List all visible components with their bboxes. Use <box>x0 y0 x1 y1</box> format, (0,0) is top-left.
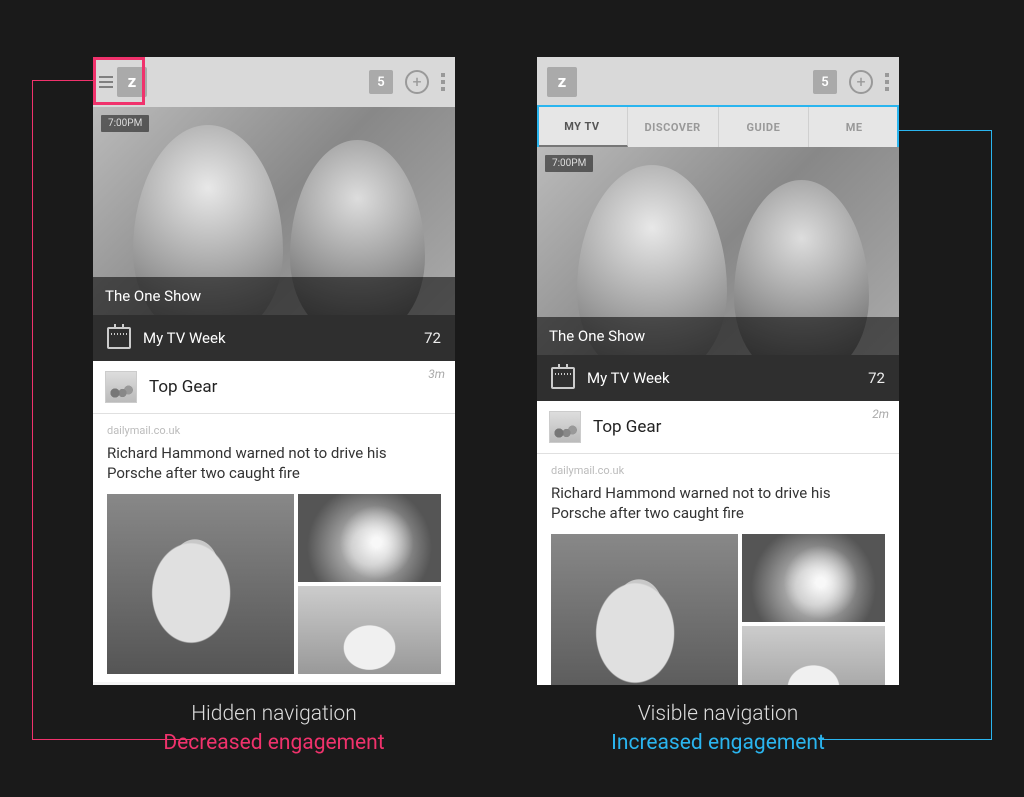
comparison-canvas: z 5 + 7:00PM The One Show My TV Week 72 … <box>0 0 1024 797</box>
tab-me[interactable]: ME <box>809 107 899 147</box>
overflow-menu-icon[interactable] <box>441 73 445 91</box>
show-time-chip: 7:00PM <box>101 115 149 132</box>
caption-sub: Decreased engagement <box>93 729 455 758</box>
tab-guide[interactable]: GUIDE <box>719 107 810 147</box>
article-source: dailymail.co.uk <box>551 464 885 477</box>
notification-badge[interactable]: 5 <box>369 70 393 94</box>
mytvweek-row[interactable]: My TV Week 72 <box>537 355 899 401</box>
add-button[interactable]: + <box>849 70 873 94</box>
featured-show-banner[interactable]: 7:00PM The One Show <box>93 107 455 315</box>
mytvweek-count: 72 <box>868 369 885 387</box>
screen-visible-nav: z 5 + MY TV DISCOVER GUIDE ME 7:00PM The… <box>537 57 899 685</box>
mytvweek-count: 72 <box>424 329 441 347</box>
article-card[interactable]: dailymail.co.uk Richard Hammond warned n… <box>93 414 455 682</box>
show-card-title: Top Gear <box>149 377 217 397</box>
featured-show-title: The One Show <box>537 317 899 355</box>
overflow-menu-icon[interactable] <box>885 73 889 91</box>
show-thumbnail <box>105 371 137 403</box>
hamburger-icon <box>99 76 113 88</box>
caption-title: Hidden navigation <box>93 700 455 729</box>
caption-hidden-nav: Hidden navigation Decreased engagement <box>93 700 455 759</box>
tab-discover[interactable]: DISCOVER <box>628 107 719 147</box>
app-logo[interactable]: z <box>547 67 577 97</box>
caption-visible-nav: Visible navigation Increased engagement <box>537 700 899 759</box>
mytvweek-label: My TV Week <box>143 329 226 347</box>
show-card-header[interactable]: Top Gear 3m <box>93 361 455 414</box>
nav-tabs: MY TV DISCOVER GUIDE ME <box>537 107 899 147</box>
tab-my-tv[interactable]: MY TV <box>537 107 628 147</box>
article-image-grid <box>107 494 441 674</box>
caption-title: Visible navigation <box>537 700 899 729</box>
article-card[interactable]: dailymail.co.uk Richard Hammond warned n… <box>537 454 899 685</box>
callout-line-right <box>899 130 992 740</box>
notification-badge[interactable]: 5 <box>813 70 837 94</box>
appbar: z 5 + <box>537 57 899 107</box>
show-card-header[interactable]: Top Gear 2m <box>537 401 899 454</box>
show-card-timestamp: 2m <box>872 407 889 421</box>
show-card-title: Top Gear <box>593 417 661 437</box>
calendar-icon <box>107 327 131 349</box>
show-time-chip: 7:00PM <box>545 155 593 172</box>
show-thumbnail <box>549 411 581 443</box>
article-headline: Richard Hammond warned not to drive his … <box>551 483 885 524</box>
callout-line-left <box>32 80 93 740</box>
article-headline: Richard Hammond warned not to drive his … <box>107 443 441 484</box>
mytvweek-label: My TV Week <box>587 369 670 387</box>
calendar-icon <box>551 367 575 389</box>
caption-sub: Increased engagement <box>537 729 899 758</box>
featured-show-title: The One Show <box>93 277 455 315</box>
app-logo: z <box>117 67 147 97</box>
article-image-grid <box>551 534 885 686</box>
show-card-timestamp: 3m <box>428 367 445 381</box>
add-button[interactable]: + <box>405 70 429 94</box>
appbar: z 5 + <box>93 57 455 107</box>
mytvweek-row[interactable]: My TV Week 72 <box>93 315 455 361</box>
screen-hidden-nav: z 5 + 7:00PM The One Show My TV Week 72 … <box>93 57 455 685</box>
article-source: dailymail.co.uk <box>107 424 441 437</box>
featured-show-banner[interactable]: 7:00PM The One Show <box>537 147 899 355</box>
hamburger-menu-button[interactable]: z <box>99 67 147 97</box>
